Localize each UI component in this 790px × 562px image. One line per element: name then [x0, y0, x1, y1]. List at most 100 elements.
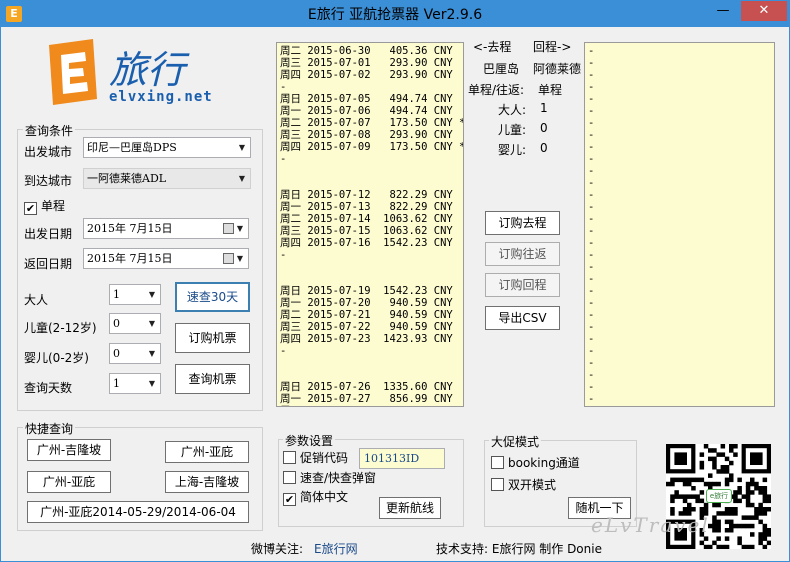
return-row[interactable]: - — [588, 357, 774, 369]
return-row[interactable]: - — [588, 189, 774, 201]
result-row[interactable] — [280, 261, 463, 273]
result-row[interactable]: 周二 2015-07-07 173.50 CNY * — [280, 117, 463, 129]
result-row[interactable] — [280, 165, 463, 177]
return-row[interactable]: - — [588, 69, 774, 81]
result-row[interactable]: 周三 2015-07-08 293.90 CNY — [280, 129, 463, 141]
return-row[interactable]: - — [588, 333, 774, 345]
result-row[interactable]: 周四 2015-07-09 173.50 CNY * — [280, 141, 463, 153]
shortcut-guangzhou-kotakinabalu-dates-button[interactable]: 广州-亚庇2014-05-29/2014-06-04 — [27, 501, 249, 523]
return-row[interactable]: - — [588, 105, 774, 117]
result-row[interactable]: - — [280, 153, 463, 165]
simplified-chinese-checkbox[interactable]: ✔ 简体中文 — [283, 488, 348, 506]
book-return-button[interactable]: 订购回程 — [485, 273, 560, 297]
result-row[interactable] — [280, 369, 463, 381]
booking-channel-checkbox[interactable]: booking通道 — [491, 454, 580, 471]
result-row[interactable]: 周日 2015-07-05 494.74 CNY — [280, 93, 463, 105]
result-row[interactable]: 周三 2015-07-22 940.59 CNY — [280, 321, 463, 333]
book-roundtrip-button[interactable]: 订购往返 — [485, 242, 560, 266]
return-row[interactable]: - — [588, 393, 774, 405]
quick-30-days-button[interactable]: 速查30天 — [175, 282, 250, 312]
oneway-checkbox[interactable]: ✔ 单程 — [24, 197, 65, 215]
result-row[interactable]: - — [280, 249, 463, 261]
book-ticket-button[interactable]: 订购机票 — [175, 323, 250, 353]
depart-city-label: 出发城市 — [24, 145, 73, 159]
return-row[interactable]: - — [588, 201, 774, 213]
return-row[interactable]: - — [588, 405, 774, 406]
return-date-picker[interactable]: 2015年 7月15日 ▼ — [83, 248, 249, 269]
return-row[interactable]: - — [588, 57, 774, 69]
outbound-results-list[interactable]: 周二 2015-06-30 405.36 CNY 周三 2015-07-01 29… — [276, 42, 464, 407]
popup-checkbox[interactable]: 速查/快查弹窗 — [283, 469, 376, 486]
promo-code-checkbox[interactable]: 促销代码 — [283, 449, 348, 466]
depart-date-picker[interactable]: 2015年 7月15日 ▼ — [83, 218, 249, 239]
result-row[interactable] — [280, 357, 463, 369]
result-row[interactable]: 周三 2015-07-01 293.90 CNY — [280, 57, 463, 69]
return-row[interactable]: - — [588, 165, 774, 177]
result-row[interactable]: 周二 2015-06-30 405.36 CNY — [280, 45, 463, 57]
return-row[interactable]: - — [588, 141, 774, 153]
return-row[interactable]: - — [588, 369, 774, 381]
result-row[interactable]: 周四 2015-07-16 1542.23 CNY — [280, 237, 463, 249]
search-ticket-button[interactable]: 查询机票 — [175, 364, 250, 394]
return-row[interactable]: - — [588, 249, 774, 261]
checkbox-checked-icon: ✔ — [283, 493, 296, 506]
return-row[interactable]: - — [588, 153, 774, 165]
result-row[interactable]: 周一 2015-07-27 856.99 CNY — [280, 393, 463, 405]
result-row[interactable]: 周一 2015-07-20 940.59 CNY — [280, 297, 463, 309]
result-row[interactable]: 周三 2015-07-15 1063.62 CNY — [280, 225, 463, 237]
return-row[interactable]: - — [588, 261, 774, 273]
promo-code-input[interactable]: 101313ID — [359, 448, 445, 469]
result-row[interactable]: 周二 2015-07-14 1063.62 CNY — [280, 213, 463, 225]
return-row[interactable]: - — [588, 237, 774, 249]
child-count-select[interactable]: 0 ▼ — [109, 313, 161, 334]
return-row[interactable]: - — [588, 129, 774, 141]
book-outbound-button[interactable]: 订购去程 — [485, 211, 560, 235]
result-row[interactable]: 周日 2015-07-12 822.29 CNY — [280, 189, 463, 201]
result-row[interactable]: - — [280, 345, 463, 357]
return-results-list[interactable]: ------------------------------- — [584, 42, 775, 407]
result-row[interactable]: 周一 2015-07-13 822.29 CNY — [280, 201, 463, 213]
depart-city-select[interactable]: 印尼—巴厘岛DPS ▼ — [83, 137, 251, 158]
result-row[interactable] — [280, 177, 463, 189]
return-row[interactable]: - — [588, 177, 774, 189]
export-csv-button[interactable]: 导出CSV — [485, 306, 560, 330]
title-bar[interactable]: E E旅行 亚航抢票器 Ver2.9.6 — ✕ — [1, 1, 789, 27]
update-route-button[interactable]: 更新航线 — [379, 497, 441, 519]
infant-count-select[interactable]: 0 ▼ — [109, 343, 161, 364]
minimize-button[interactable]: — — [709, 1, 737, 21]
weibo-link[interactable]: E旅行网 — [314, 540, 358, 557]
return-row[interactable]: - — [588, 297, 774, 309]
return-row[interactable]: - — [588, 93, 774, 105]
result-row[interactable]: 周四 2015-07-23 1423.93 CNY — [280, 333, 463, 345]
trip-type-label: 单程/往返: — [468, 83, 525, 97]
adult-count-select[interactable]: 1 ▼ — [109, 284, 161, 305]
return-row[interactable]: - — [588, 225, 774, 237]
return-row[interactable]: - — [588, 81, 774, 93]
return-row[interactable]: - — [588, 45, 774, 57]
return-row[interactable]: - — [588, 285, 774, 297]
return-row[interactable]: - — [588, 117, 774, 129]
return-row[interactable]: - — [588, 381, 774, 393]
close-button[interactable]: ✕ — [741, 1, 787, 21]
shortcut-guangzhou-kualalumpur-button[interactable]: 广州-吉隆坡 — [27, 439, 111, 461]
days-select[interactable]: 1 ▼ — [109, 373, 161, 394]
return-row[interactable]: - — [588, 321, 774, 333]
result-row[interactable]: - — [280, 81, 463, 93]
return-row[interactable]: - — [588, 213, 774, 225]
shortcut-guangzhou-kotakinabalu-button[interactable]: 广州-亚庇 — [165, 441, 249, 463]
result-row[interactable]: 周二 2015-07-28 173.50 CNY * — [280, 405, 463, 406]
result-row[interactable]: 周一 2015-07-06 494.74 CNY — [280, 105, 463, 117]
result-row[interactable]: 周日 2015-07-26 1335.60 CNY — [280, 381, 463, 393]
result-row[interactable]: 周四 2015-07-02 293.90 CNY — [280, 69, 463, 81]
return-row[interactable]: - — [588, 309, 774, 321]
chevron-down-icon: ▼ — [148, 349, 156, 358]
result-row[interactable]: 周二 2015-07-21 940.59 CNY — [280, 309, 463, 321]
shortcut-guangzhou-kotakinabalu-2-button[interactable]: 广州-亚庇 — [27, 471, 111, 493]
dual-mode-checkbox[interactable]: 双开模式 — [491, 476, 556, 493]
return-row[interactable]: - — [588, 273, 774, 285]
result-row[interactable]: 周日 2015-07-19 1542.23 CNY — [280, 285, 463, 297]
shortcut-shanghai-kualalumpur-button[interactable]: 上海-吉隆坡 — [165, 471, 249, 493]
arrive-city-select[interactable]: 一阿德莱德ADL ▼ — [83, 168, 251, 189]
result-row[interactable] — [280, 273, 463, 285]
return-row[interactable]: - — [588, 345, 774, 357]
